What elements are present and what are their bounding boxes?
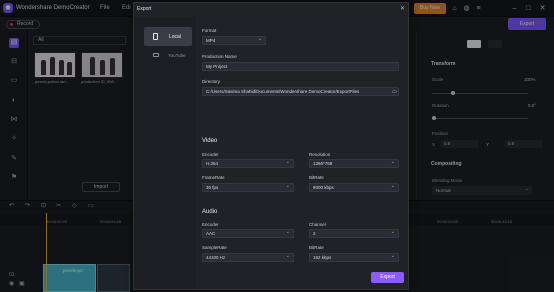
production-name-input[interactable]: My Project (202, 62, 399, 71)
local-device-icon (153, 33, 158, 40)
samplerate-label: SampleRate (202, 245, 227, 250)
channel-select[interactable]: 2 (309, 229, 399, 238)
resolution-select[interactable]: 1366*768 (309, 159, 399, 168)
framerate-select[interactable]: 30 fps (202, 183, 294, 192)
audio-section-title: Audio (202, 209, 218, 215)
resolution-label: Resolution (309, 152, 331, 157)
folder-icon[interactable]: ▭ (392, 89, 397, 95)
video-section-title: Video (202, 138, 218, 144)
samplerate-select[interactable]: 44100 Hz (202, 253, 294, 262)
close-icon[interactable]: ✕ (400, 5, 405, 12)
format-select[interactable]: MP4 (202, 36, 266, 45)
framerate-label: FrameRate (202, 175, 225, 180)
production-name-label: Production Name (202, 54, 237, 59)
tab-local-label: Local (169, 34, 181, 40)
directory-input[interactable]: C:/Users/Sasima Shahid/Documents/Wonders… (202, 87, 399, 96)
tab-local[interactable] (144, 27, 192, 46)
export-destination-sidebar (134, 17, 196, 289)
audio-encoder-select[interactable]: AAC (202, 229, 294, 238)
dialog-title: Export (137, 6, 152, 12)
directory-label: Directory (202, 79, 221, 84)
youtube-icon (153, 53, 159, 57)
tab-youtube[interactable]: YouTube (168, 53, 186, 58)
format-label: Format (202, 28, 217, 33)
video-bitrate-label: BitRate (309, 175, 324, 180)
audio-bitrate-select[interactable]: 192 kbps (309, 253, 399, 262)
export-button[interactable]: Export (371, 272, 404, 283)
video-encoder-select[interactable]: H.264 (202, 159, 294, 168)
video-encoder-label: Encoder (202, 152, 219, 157)
channel-label: Channel (309, 222, 326, 227)
audio-bitrate-label: BitRate (309, 245, 324, 250)
video-bitrate-select[interactable]: 8000 kbps (309, 183, 399, 192)
audio-encoder-label: Encoder (202, 222, 219, 227)
